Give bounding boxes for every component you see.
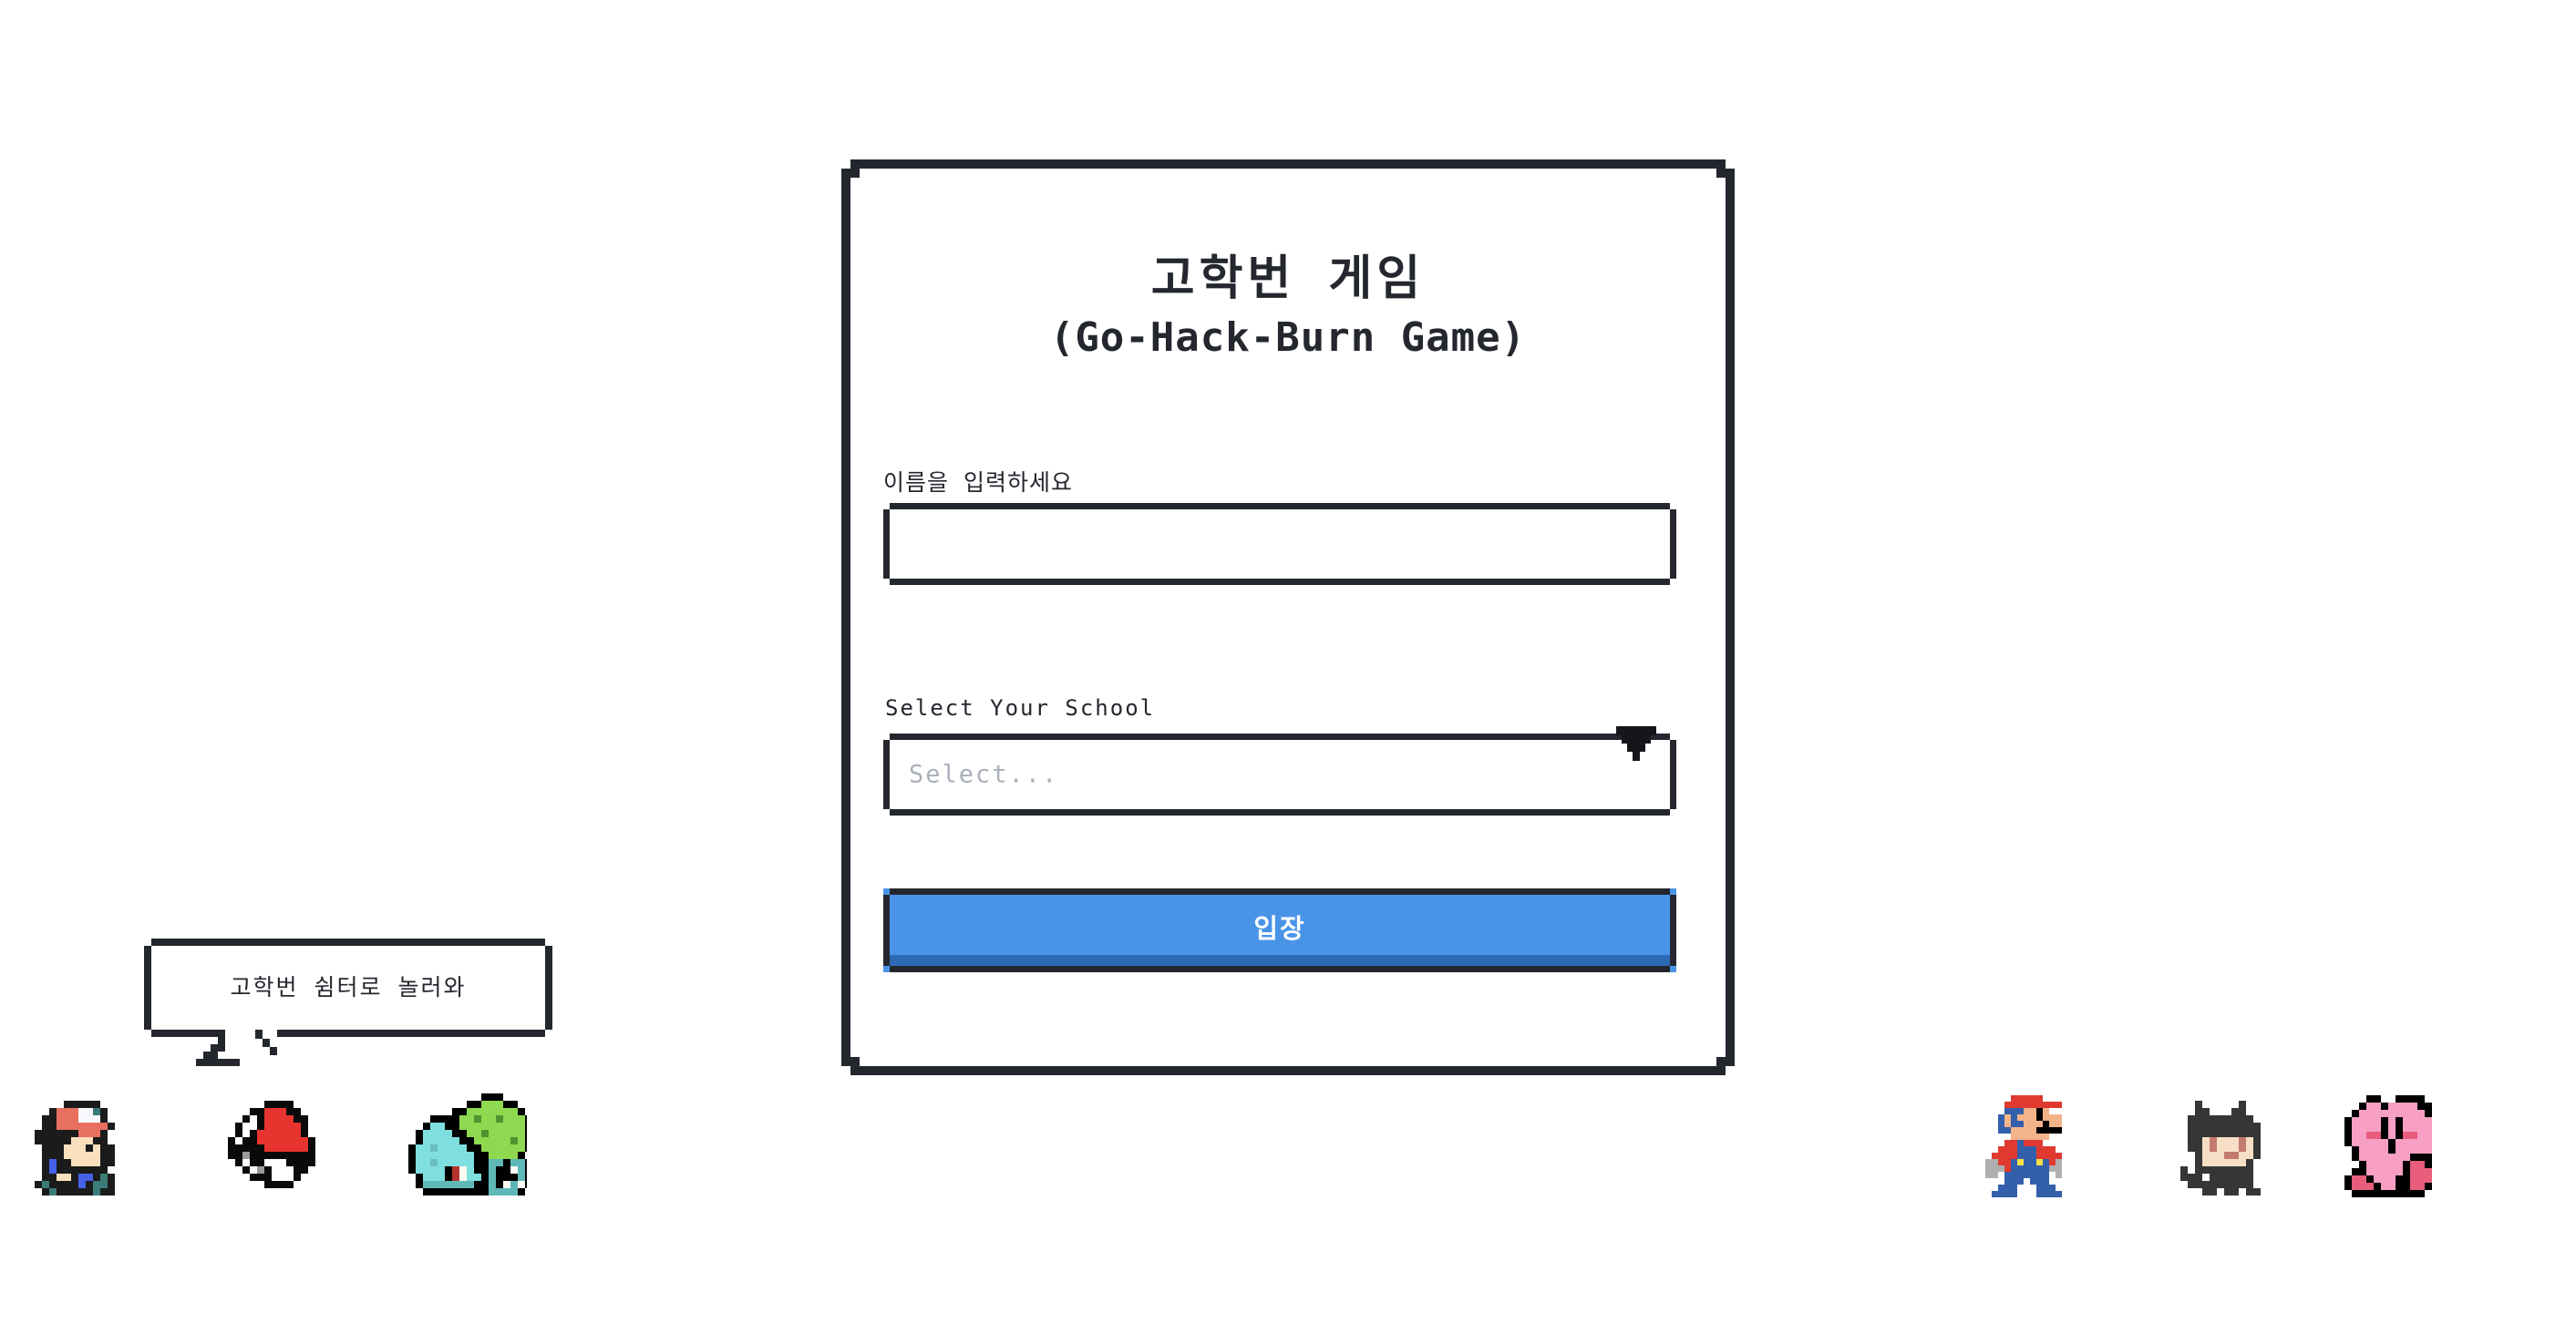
school-select-border-bottom: [890, 809, 1670, 816]
school-field-label: Select Your School: [885, 695, 1156, 721]
school-select-border-right: [1670, 740, 1676, 809]
name-input-border-bottom: [890, 579, 1670, 585]
name-input[interactable]: [883, 503, 1676, 585]
login-screen: 고학번 게임 (Go-Hack-Burn Game) 이름을 입력하세요 Sel…: [0, 0, 2576, 1334]
enter-button-label: 입장: [1253, 913, 1306, 944]
card-border-left: [841, 169, 850, 1066]
school-select-placeholder: Select...: [909, 760, 1059, 789]
login-card: 고학번 게임 (Go-Hack-Burn Game) 이름을 입력하세요 Sel…: [841, 159, 1735, 1075]
page-title: 고학번 게임: [1150, 251, 1426, 306]
octocat-sprite: [2180, 1101, 2268, 1195]
page-subtitle: (Go-Hack-Burn Game): [1049, 314, 1527, 361]
kirby-sprite: [2344, 1095, 2447, 1197]
school-select-border-top: [890, 734, 1670, 740]
card-border-right: [1726, 169, 1735, 1066]
pokemon-trainer-sprite: [35, 1101, 115, 1195]
enter-button[interactable]: 입장: [883, 888, 1676, 972]
school-select-border-left: [883, 740, 890, 809]
name-input-border-left: [883, 509, 890, 579]
school-select[interactable]: Select...: [883, 726, 1676, 816]
speech-bubble-tail: [144, 1030, 326, 1093]
speech-bubble: 고학번 쉼터로 놀러와: [144, 939, 552, 1037]
card-border-bottom: [850, 1066, 1726, 1075]
chevron-down-icon[interactable]: [1616, 726, 1656, 763]
name-field-label: 이름을 입력하세요: [883, 469, 1074, 496]
card-border-top: [850, 159, 1726, 169]
name-input-border-top: [890, 503, 1670, 509]
mario-sprite: [1985, 1095, 2080, 1197]
bulbasaur-sprite: [408, 1093, 527, 1195]
name-input-border-right: [1670, 509, 1676, 579]
speech-bubble-text: 고학번 쉼터로 놀러와: [230, 974, 467, 1000]
pokeball-sprite: [228, 1101, 323, 1195]
